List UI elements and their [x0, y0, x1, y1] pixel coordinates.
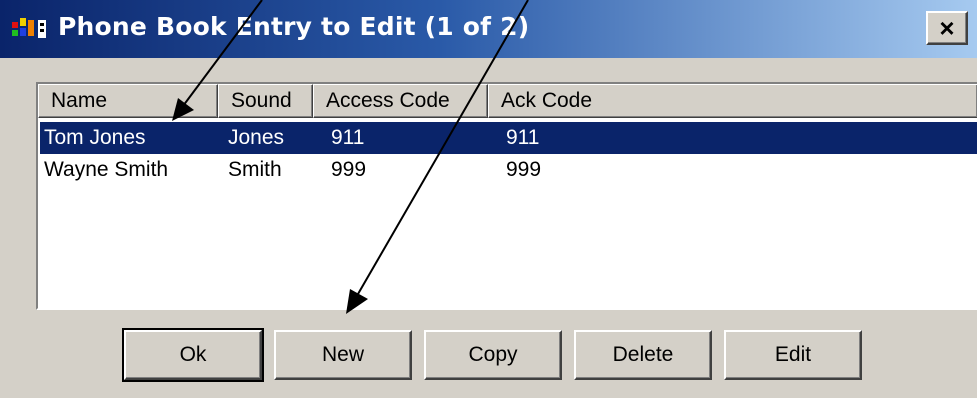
- cell-name: Tom Jones: [44, 126, 146, 149]
- phone-book-list[interactable]: Name Sound Access Code Ack Code Tom Jone…: [36, 82, 977, 310]
- cell-ack-code: 999: [506, 158, 542, 181]
- close-button[interactable]: ×: [926, 11, 968, 45]
- app-icon: [12, 18, 46, 38]
- dialog-window: Phone Book Entry to Edit (1 of 2) × Name…: [0, 0, 977, 398]
- cell-access-code: 999: [331, 158, 367, 181]
- window-title: Phone Book Entry to Edit (1 of 2): [58, 12, 530, 41]
- column-header-access-code[interactable]: Access Code: [313, 84, 488, 118]
- column-header-sound[interactable]: Sound: [218, 84, 313, 118]
- table-row[interactable]: Wayne Smith Smith 999 999: [40, 154, 977, 186]
- table-row[interactable]: Tom Jones Jones 911 911: [40, 122, 977, 154]
- column-header-ack-code[interactable]: Ack Code: [488, 84, 977, 118]
- edit-button[interactable]: Edit: [724, 330, 862, 380]
- cell-access-code: 911: [331, 126, 365, 149]
- new-button[interactable]: New: [274, 330, 412, 380]
- column-header-name[interactable]: Name: [38, 84, 218, 118]
- ok-button[interactable]: Ok: [122, 328, 264, 382]
- title-bar[interactable]: Phone Book Entry to Edit (1 of 2) ×: [0, 0, 977, 58]
- cell-sound: Jones: [228, 126, 285, 149]
- delete-button[interactable]: Delete: [574, 330, 712, 380]
- cell-ack-code: 911: [506, 126, 540, 149]
- close-icon: ×: [939, 13, 955, 43]
- copy-button[interactable]: Copy: [424, 330, 562, 380]
- cell-name: Wayne Smith: [44, 158, 169, 181]
- list-header: Name Sound Access Code Ack Code: [38, 84, 977, 118]
- cell-sound: Smith: [228, 158, 282, 181]
